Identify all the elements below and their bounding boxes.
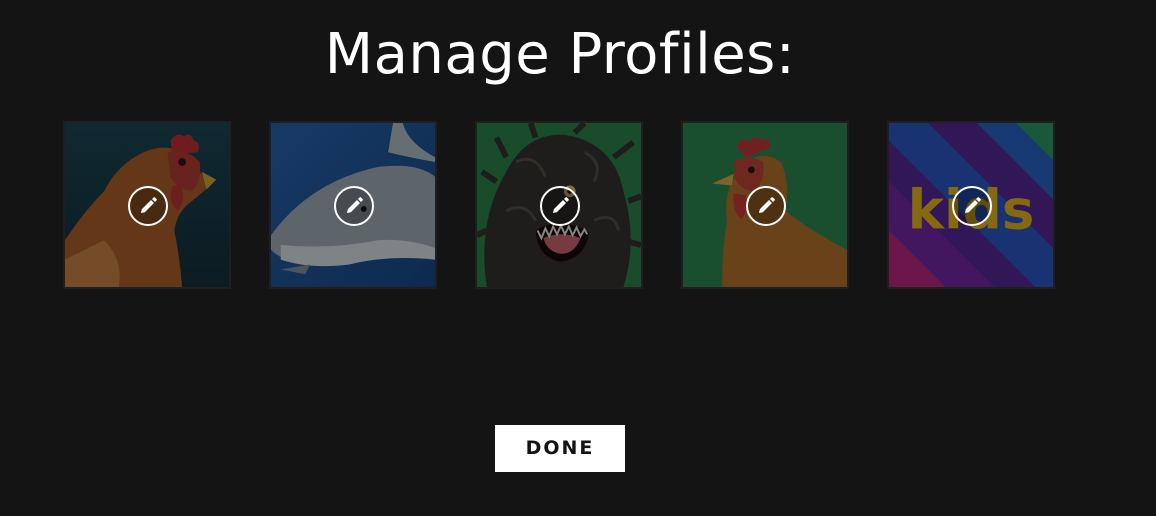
pencil-icon[interactable] xyxy=(540,186,580,226)
pencil-icon[interactable] xyxy=(128,186,168,226)
profile-tile-4[interactable] xyxy=(681,121,849,289)
profile-list: kids xyxy=(63,121,1063,291)
manage-profiles-page: Manage Profiles: kids DONE xyxy=(0,0,1156,516)
page-title: Manage Profiles: xyxy=(324,22,796,87)
pencil-icon[interactable] xyxy=(334,186,374,226)
profile-tile-3[interactable] xyxy=(475,121,643,289)
profile-tile-1[interactable] xyxy=(63,121,231,289)
profile-tile-5[interactable]: kids xyxy=(887,121,1055,289)
done-button[interactable]: DONE xyxy=(495,425,625,472)
pencil-icon[interactable] xyxy=(952,186,992,226)
profile-tile-2[interactable] xyxy=(269,121,437,289)
pencil-icon[interactable] xyxy=(746,186,786,226)
